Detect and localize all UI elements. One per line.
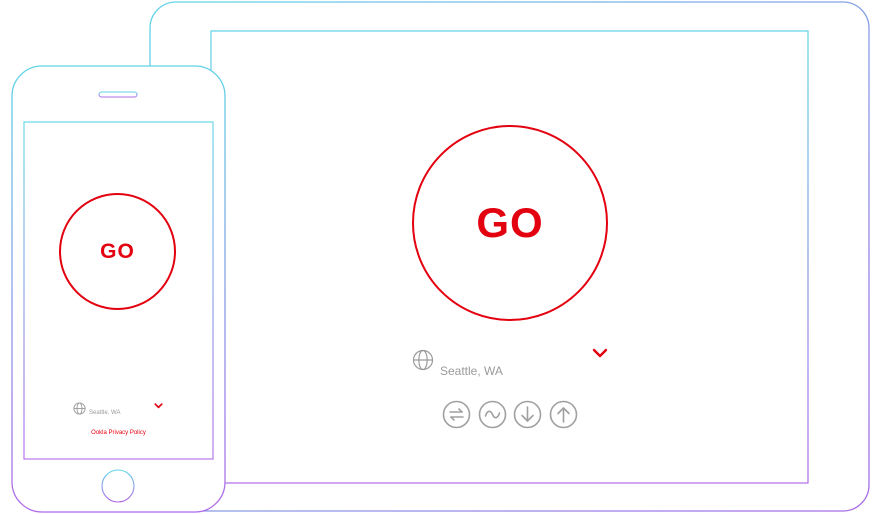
privacy-policy-link[interactable]: Ookla Privacy Policy (24, 429, 213, 437)
tablet-go-label: GO (476, 199, 544, 246)
download-icon[interactable] (513, 400, 542, 429)
upload-icon[interactable] (549, 400, 578, 429)
tablet-go-button[interactable]: GO (412, 125, 608, 321)
globe-icon (412, 349, 434, 371)
phone-globe-icon (73, 402, 86, 415)
phone-chevron-down-icon[interactable] (154, 403, 163, 409)
phone-go-button[interactable]: GO (59, 193, 176, 310)
ping-icon[interactable] (478, 400, 507, 429)
chevron-down-icon[interactable] (592, 348, 608, 359)
connections-icon[interactable] (442, 400, 471, 429)
phone-go-label: GO (100, 240, 135, 263)
phone-location-label[interactable]: Seattle, WA (89, 409, 120, 417)
tablet-location-label[interactable]: Seattle, WA (440, 364, 503, 379)
